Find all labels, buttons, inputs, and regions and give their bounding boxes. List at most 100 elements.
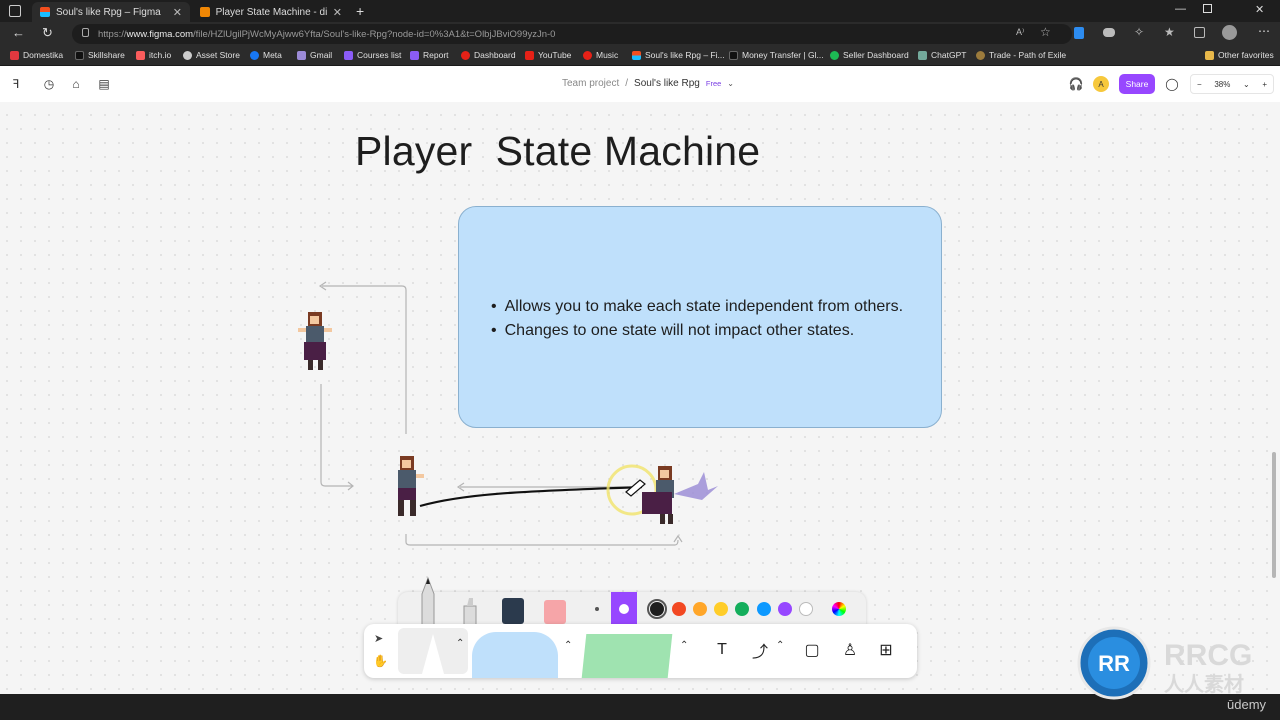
svg-text:RR: RR [1098, 651, 1130, 676]
gmail-icon [297, 50, 306, 60]
back-icon[interactable]: ← [12, 25, 25, 40]
bookmark-label: Trade - Path of Exile [989, 50, 1067, 60]
window-menu-icon[interactable] [9, 5, 21, 17]
refresh-icon[interactable]: ↻ [42, 25, 53, 41]
close-window-icon[interactable]: ✕ [1255, 3, 1264, 16]
bookmark-skillshare[interactable]: Skillshare [75, 50, 125, 60]
bookmark-dashboard[interactable]: Dashboard [461, 50, 516, 60]
hand-tool-icon[interactable]: ✋ [373, 654, 388, 668]
bookmark-seller-dashboard[interactable]: Seller Dashboard [830, 50, 909, 60]
bookmark-courses[interactable]: Courses list [344, 50, 401, 60]
collections-icon[interactable] [1194, 27, 1205, 38]
url-input[interactable]: https://www.figma.com/file/HZlUgilPjWcMy… [72, 24, 1072, 44]
connector-lines [318, 281, 683, 546]
color-swatch[interactable] [693, 602, 707, 616]
color-swatch[interactable] [647, 599, 667, 619]
bookmark-youtube[interactable]: YouTube [525, 50, 571, 60]
browser-address-bar: ← ↻ https://www.figma.com/file/HZlUgilPj… [0, 22, 1280, 46]
thick-stroke-icon[interactable] [611, 592, 637, 626]
bookmark-meta[interactable]: Meta [250, 50, 282, 60]
vertical-scrollbar[interactable] [1272, 452, 1276, 578]
text-tool-button[interactable]: T [708, 636, 736, 664]
tab-title: Soul's like Rpg – Figma [56, 6, 161, 18]
favorite-star-icon[interactable]: ☆ [1040, 25, 1051, 39]
color-swatch[interactable] [714, 602, 728, 616]
watermark-brand: RRCG [1164, 639, 1252, 672]
music-icon [583, 50, 592, 60]
read-aloud-icon[interactable]: A⁾ [1016, 27, 1024, 38]
marker-pen-icon[interactable] [416, 576, 440, 626]
favorites-icon[interactable]: ★ [1164, 25, 1175, 39]
player-sprite-idle-icon[interactable] [292, 308, 336, 374]
youtube-studio-icon [461, 50, 470, 60]
stamp-tool-icon[interactable]: ♙ [836, 636, 864, 664]
bookmark-asset-store[interactable]: Asset Store [183, 50, 240, 60]
bookmark-report[interactable]: Report [410, 50, 449, 60]
color-swatch[interactable] [799, 602, 813, 616]
extensions-puzzle-icon[interactable]: ✧ [1134, 25, 1144, 39]
bookmark-gmail[interactable]: Gmail [297, 50, 332, 60]
shape-tool-button[interactable] [472, 632, 558, 678]
pen-tool-button[interactable] [398, 628, 468, 674]
highlighter-icon[interactable] [460, 596, 480, 626]
bookmark-label: Skillshare [88, 50, 125, 60]
other-favorites-label: Other favorites [1218, 50, 1274, 60]
color-wheel-icon[interactable] [832, 602, 846, 616]
youtube-icon [525, 50, 534, 60]
bookmark-label: itch.io [149, 50, 172, 60]
skillshare-icon [75, 50, 84, 60]
other-favorites[interactable]: Other favorites [1205, 50, 1274, 60]
bookmark-money-transfer[interactable]: Money Transfer | Gl... [729, 50, 824, 60]
bookmark-music[interactable]: Music [583, 50, 618, 60]
bookmark-chatgpt[interactable]: ChatGPT [918, 50, 966, 60]
bookmark-figma-file[interactable]: Soul's like Rpg – Fi... [632, 50, 725, 60]
close-icon[interactable]: ✕ [333, 6, 342, 19]
chevron-up-icon[interactable]: ⌃ [680, 640, 688, 651]
tab-diagrams[interactable]: Player State Machine - diagrams. ✕ [192, 2, 350, 22]
chatgpt-icon [918, 50, 927, 60]
more-tools-icon[interactable]: ⊞ [872, 636, 900, 664]
courses-icon [344, 50, 353, 60]
profile-avatar[interactable] [1222, 25, 1237, 40]
eraser-icon[interactable] [544, 600, 566, 624]
thin-stroke-icon[interactable] [595, 607, 599, 611]
color-swatch[interactable] [757, 602, 771, 616]
bookmark-label: Money Transfer | Gl... [742, 50, 824, 60]
sticky-note-tool-button[interactable] [581, 634, 673, 678]
bookmark-label: Meta [263, 50, 282, 60]
color-swatch[interactable] [778, 602, 792, 616]
restore-icon[interactable] [1203, 4, 1212, 13]
diagrams-favicon-icon [200, 7, 210, 17]
bookmark-path-of-exile[interactable]: Trade - Path of Exile [976, 50, 1066, 60]
section-tool-icon[interactable]: ▢ [798, 636, 826, 664]
extension-blue-icon[interactable] [1074, 27, 1084, 39]
bookmark-label: Asset Store [196, 50, 240, 60]
color-swatch[interactable] [672, 602, 686, 616]
rrcg-watermark-logo: RR RRCG 人人素材 [1077, 626, 1252, 700]
bookmark-label: YouTube [538, 50, 572, 60]
figma-icon [632, 50, 641, 60]
chevron-up-icon[interactable]: ⌃ [776, 640, 784, 651]
bookmark-itchio[interactable]: itch.io [136, 50, 171, 60]
report-icon [410, 50, 419, 60]
bookmark-domestika[interactable]: Domestika [10, 50, 63, 60]
extension-gamepad-icon[interactable] [1103, 28, 1115, 37]
figma-canvas[interactable]: ꟻ ◷ ⌂ ▤ Team project / Soul's like Rpg F… [0, 66, 1280, 694]
minimize-icon[interactable]: — [1175, 3, 1186, 15]
chevron-up-icon[interactable]: ⌃ [564, 640, 572, 651]
new-tab-icon[interactable]: + [356, 3, 364, 19]
browser-tab-bar: Soul's like Rpg – Figma ✕ Player State M… [0, 0, 1280, 22]
close-icon[interactable]: ✕ [173, 6, 182, 19]
connector-arrow[interactable] [405, 534, 679, 546]
cursor-move-icon[interactable]: ➤ [374, 632, 383, 645]
connector-arrow[interactable] [320, 384, 352, 487]
color-swatch[interactable] [735, 602, 749, 616]
bookmarks-bar: Domestika Skillshare itch.io Asset Store… [0, 46, 1280, 66]
player-sprite-walk-icon[interactable] [386, 452, 430, 518]
washi-tape-icon[interactable] [502, 598, 524, 624]
chevron-up-icon[interactable]: ⌃ [456, 638, 464, 649]
tab-figma[interactable]: Soul's like Rpg – Figma ✕ [32, 2, 190, 22]
more-menu-icon[interactable]: ⋯ [1258, 24, 1270, 38]
player-sprite-attack-icon[interactable] [638, 462, 722, 528]
connector-tool-icon[interactable]: ⤴ [746, 636, 774, 664]
